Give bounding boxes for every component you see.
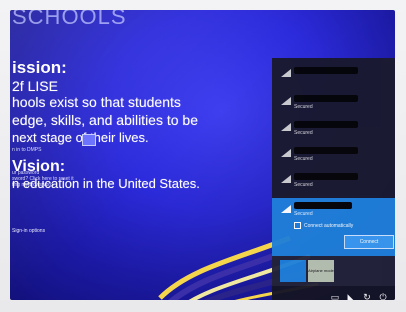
network-name-redacted	[294, 95, 358, 102]
mission-heading: ission:	[12, 58, 67, 77]
network-name-redacted	[294, 67, 358, 74]
auto-connect-label: Connect automatically	[304, 222, 354, 229]
network-item[interactable]: Secured	[272, 170, 395, 194]
school-title: SCHOOLS	[12, 10, 127, 29]
wifi-icon[interactable]: ◣	[346, 292, 356, 300]
mission-line-3: edge, skills, and abilities to be	[12, 112, 198, 128]
airplane-mode-tile[interactable]: Airplane mode	[308, 260, 334, 282]
vision-heading: Vision:	[12, 158, 66, 175]
network-status: Secured	[294, 156, 313, 162]
accessibility-icon[interactable]: ↻	[362, 292, 372, 300]
checkbox-icon	[294, 222, 301, 229]
connect-button[interactable]: Connect	[344, 235, 394, 249]
power-icon[interactable]: ⏻	[378, 292, 388, 300]
wifi-signal-icon	[281, 97, 291, 105]
network-icon[interactable]: ▭	[330, 292, 340, 300]
lock-screen-taskbar: ▭ ◣ ↻ ⏻	[272, 286, 395, 300]
network-item[interactable]: Secured	[272, 92, 395, 116]
signin-options-link[interactable]: Sign-in options	[12, 228, 45, 234]
network-flyout: Secured Secured Secured Secured Secured …	[272, 58, 395, 300]
wifi-signal-icon	[281, 69, 291, 77]
network-status: Secured	[294, 130, 313, 136]
wifi-signal-icon	[281, 149, 291, 157]
network-status: Secured	[294, 182, 313, 188]
wifi-tile[interactable]	[280, 260, 306, 282]
network-status: Secured	[294, 104, 313, 110]
mission-line-1: 2f LISE	[12, 78, 58, 94]
network-item[interactable]	[272, 64, 395, 88]
wifi-signal-icon	[281, 205, 291, 213]
auto-connect-checkbox[interactable]: Connect automatically	[294, 222, 353, 229]
network-status: Secured	[294, 211, 313, 217]
wifi-signal-icon	[281, 175, 291, 183]
vision-line: n education in the United States.	[12, 176, 200, 191]
signin-help-1: n in to DMPS	[12, 147, 42, 153]
selected-network-item[interactable]: Secured Connect automatically Connect	[272, 198, 395, 256]
quick-action-tiles: Airplane mode	[272, 256, 395, 286]
network-name-redacted	[294, 147, 358, 154]
network-name-redacted	[294, 173, 358, 180]
submit-arrow-button[interactable]	[82, 134, 96, 146]
network-item[interactable]: Secured	[272, 144, 395, 168]
mission-line-2: hools exist so that students	[12, 94, 181, 110]
network-name-redacted	[294, 202, 352, 209]
lock-screen: SCHOOLS ission: 2f LISE hools exist so t…	[10, 10, 395, 300]
network-item[interactable]: Secured	[272, 118, 395, 142]
mission-line-4: next stage of their lives.	[12, 130, 149, 145]
wifi-signal-icon	[281, 123, 291, 131]
network-name-redacted	[294, 121, 358, 128]
